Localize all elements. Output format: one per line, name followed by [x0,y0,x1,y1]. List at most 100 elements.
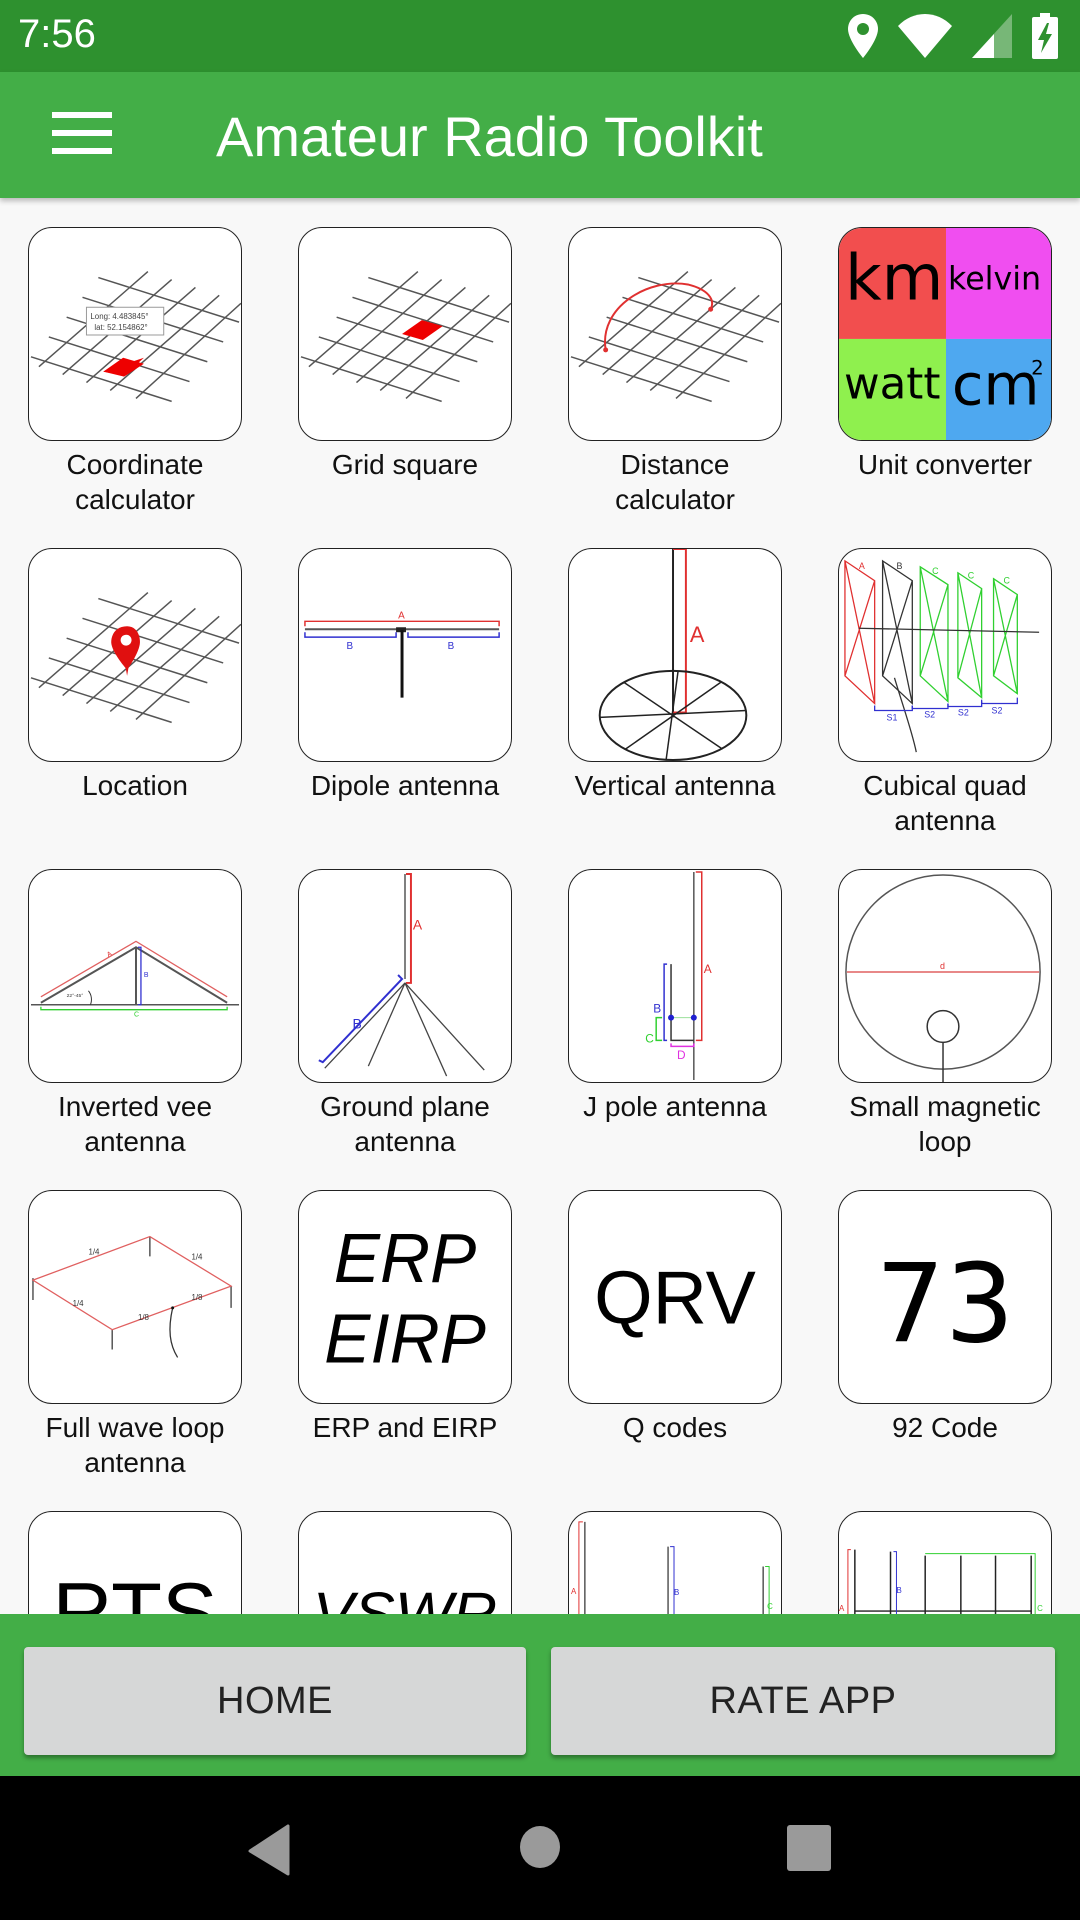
home-button[interactable]: HOME [24,1647,526,1755]
yagi-elements-icon: A B C [568,1511,782,1614]
battery-charging-icon [1032,13,1058,59]
quad-label-c1: C [932,566,939,576]
back-icon[interactable] [246,1824,294,1876]
quad-label-s2a: S2 [924,709,935,719]
tool-tile-coordinate-calculator[interactable]: Long: 4.483845° lat: 52.154862° Coordina… [27,227,243,517]
tool-tile-vswr[interactable]: VSWR [297,1511,513,1614]
eirp-text: EIRP [324,1299,486,1377]
tool-tile-yagi-elements[interactable]: A B C [567,1511,783,1614]
full-wave-loop-icon: 1/4 1/4 1/4 1/8 1/8 [28,1190,242,1404]
hamburger-menu-icon[interactable] [52,112,112,158]
tool-label: Small magnetic loop [849,1091,1041,1157]
tool-label: J pole antenna [583,1091,767,1122]
qrv-text: QRV [594,1256,756,1340]
vee-label-b: B [144,972,149,979]
dipole-label-b-right: B [448,641,455,652]
loop-label-quarter-3: 1/4 [73,1299,85,1308]
location-icon [848,14,878,58]
tool-label: Dipole antenna [310,770,500,801]
tool-tile-erp-and-eirp[interactable]: ERP EIRP ERP and EIRP [297,1190,513,1445]
yagi-label-c: C [767,1602,773,1611]
tool-tile-inverted-vee-antenna[interactable]: A B C 22°-45° Inverted vee antenna [27,869,243,1159]
loop-label-eighth-2: 1/8 [191,1293,203,1302]
tool-tile-distance-calculator[interactable]: Distance calculator [567,227,783,517]
tool-label: ERP and EIRP [312,1412,498,1443]
bottom-button-bar: HOME RATE APP [0,1614,1080,1776]
recents-square-icon[interactable] [786,1824,832,1872]
quad-label-c3: C [1003,576,1010,586]
unit-km: km [845,240,943,314]
home-circle-icon[interactable] [519,1824,561,1870]
unit-kelvin: kelvin [948,261,1041,297]
unit-converter-icon: km kelvin watt cm 2 [838,227,1052,441]
code-73-icon: 73 [838,1190,1052,1404]
seventy-three-text: 73 [876,1241,1015,1368]
tool-label: Unit converter [857,449,1033,480]
unit-cm: cm [952,351,1040,418]
ground-plane-icon: A B [298,869,512,1083]
quad-label-s1: S1 [887,712,898,722]
app-title: Amateur Radio Toolkit [216,105,763,168]
distance-arc-icon [568,227,782,441]
quad-label-c2: C [968,571,975,581]
coordinate-icon-lat: lat: 52.154862° [94,323,147,332]
array-label-c: C [1037,1604,1043,1613]
array-label-a: A [839,1604,845,1613]
tool-tile-j-pole-antenna[interactable]: A B C D J pole antenna [567,869,783,1124]
tool-label: 92 Code [892,1412,998,1443]
tool-label: Full wave loop antenna [45,1412,225,1478]
quad-label-s2b: S2 [958,707,969,717]
tool-label: Cubical quad antenna [863,770,1027,836]
loop-label-d: d [940,961,945,971]
erp-eirp-icon: ERP EIRP [298,1190,512,1404]
vee-label-angle: 22°-45° [67,993,84,999]
rts-text: RTS [53,1566,218,1614]
ground-label-b: B [352,1016,361,1032]
tool-label: Distance calculator [615,449,735,515]
dipole-label-b-left: B [347,641,354,652]
tool-tile-ground-plane-antenna[interactable]: A B Ground plane antenna [297,869,513,1159]
tool-tile-unit-converter[interactable]: km kelvin watt cm 2 Unit converter [837,227,1053,482]
rate-app-button[interactable]: RATE APP [551,1647,1055,1755]
location-pin-icon [28,548,242,762]
inverted-vee-icon: A B C 22°-45° [28,869,242,1083]
coordinate-icon-long: Long: 4.483845° [90,312,148,321]
erp-text: ERP [334,1219,477,1297]
jpole-label-b: B [653,1002,661,1016]
tool-label: Location [82,770,188,801]
quad-label-b: B [896,561,902,571]
coordinate-grid-icon: Long: 4.483845° lat: 52.154862° [28,227,242,441]
unit-watt: watt [844,359,941,409]
tool-tile-small-magnetic-loop[interactable]: d Small magnetic loop [837,869,1053,1159]
tool-tile-92-code[interactable]: 73 92 Code [837,1190,1053,1445]
ground-label-a: A [413,916,423,932]
tool-tile-dipole-antenna[interactable]: A B B Dipole antenna [297,548,513,803]
jpole-label-d: D [677,1048,686,1062]
yagi-array-icon: A B C [838,1511,1052,1614]
status-time: 7:56 [18,12,96,56]
grid-square-icon [298,227,512,441]
jpole-label-c: C [645,1031,654,1045]
jpole-label-a: A [704,962,712,976]
q-codes-icon: QRV [568,1190,782,1404]
system-nav-bar [0,1776,1080,1920]
tool-label: Grid square [331,449,479,480]
quad-label-a: A [859,561,865,571]
quad-label-s2c: S2 [992,705,1003,715]
tool-tile-yagi-array[interactable]: A B C [837,1511,1053,1614]
tool-tile-rts[interactable]: RTS [27,1511,243,1614]
tool-label: Inverted vee antenna [57,1091,213,1157]
tool-tile-cubical-quad-antenna[interactable]: A B C C C S1 S2 S2 S2 Cubical quad anten… [837,548,1053,838]
tool-tile-vertical-antenna[interactable]: A Vertical antenna [567,548,783,803]
vertical-antenna-icon: A [568,548,782,762]
tool-label: Vertical antenna [574,770,776,801]
magnetic-loop-icon: d [838,869,1052,1083]
status-bar: 7:56 [0,0,1080,72]
tool-tile-location[interactable]: Location [27,548,243,803]
tool-tile-grid-square[interactable]: Grid square [297,227,513,482]
tool-tile-q-codes[interactable]: QRV Q codes [567,1190,783,1445]
dipole-antenna-icon: A B B [298,548,512,762]
tool-label: Q codes [622,1412,728,1443]
rts-icon: RTS [28,1511,242,1614]
tool-tile-full-wave-loop-antenna[interactable]: 1/4 1/4 1/4 1/8 1/8 Full wave loop anten… [27,1190,243,1480]
